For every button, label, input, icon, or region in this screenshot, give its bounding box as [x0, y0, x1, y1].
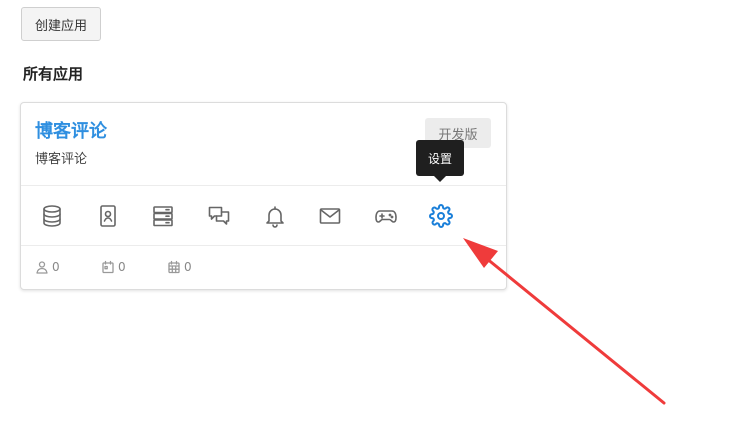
contact-card-icon — [100, 205, 116, 227]
gamepad-icon[interactable] — [373, 203, 399, 229]
calendar-grid-count-value: 0 — [184, 260, 192, 274]
app-card: 博客评论 博客评论 开发版 0 0 0 — [20, 102, 507, 290]
mail-icon — [319, 208, 341, 224]
calendar-grid-icon — [168, 260, 180, 274]
user-count-value: 0 — [52, 260, 60, 274]
section-title: 所有应用 — [23, 65, 84, 83]
card-divider-top — [21, 185, 506, 186]
database-icon[interactable] — [39, 203, 65, 229]
calendar-count-value: 0 — [118, 260, 126, 274]
card-divider-bottom — [21, 245, 506, 246]
app-description: 博客评论 — [35, 152, 88, 167]
mail-icon[interactable] — [317, 203, 343, 229]
chat-icon — [208, 206, 230, 225]
user-icon — [36, 261, 48, 274]
settings-gear-icon[interactable] — [428, 203, 454, 229]
app-name-link[interactable]: 博客评论 — [35, 119, 107, 145]
chat-icon[interactable] — [206, 203, 232, 229]
gear-icon — [429, 204, 453, 228]
settings-tooltip: 设置 — [416, 140, 464, 176]
calendar-count-stat: 0 — [101, 259, 126, 275]
annotation-arrow-shaft — [484, 256, 666, 405]
contact-card-icon[interactable] — [95, 203, 121, 229]
bell-icon[interactable] — [262, 203, 288, 229]
bell-icon — [266, 206, 284, 228]
calendar-icon — [102, 260, 114, 274]
create-app-button[interactable]: 创建应用 — [21, 7, 101, 41]
user-count-stat: 0 — [35, 259, 60, 275]
server-icon — [153, 206, 173, 227]
calendar-grid-count-stat: 0 — [167, 259, 192, 275]
tooltip-arrow — [434, 176, 446, 182]
server-icon[interactable] — [150, 203, 176, 229]
gamepad-icon — [375, 210, 397, 223]
database-icon — [43, 205, 61, 227]
